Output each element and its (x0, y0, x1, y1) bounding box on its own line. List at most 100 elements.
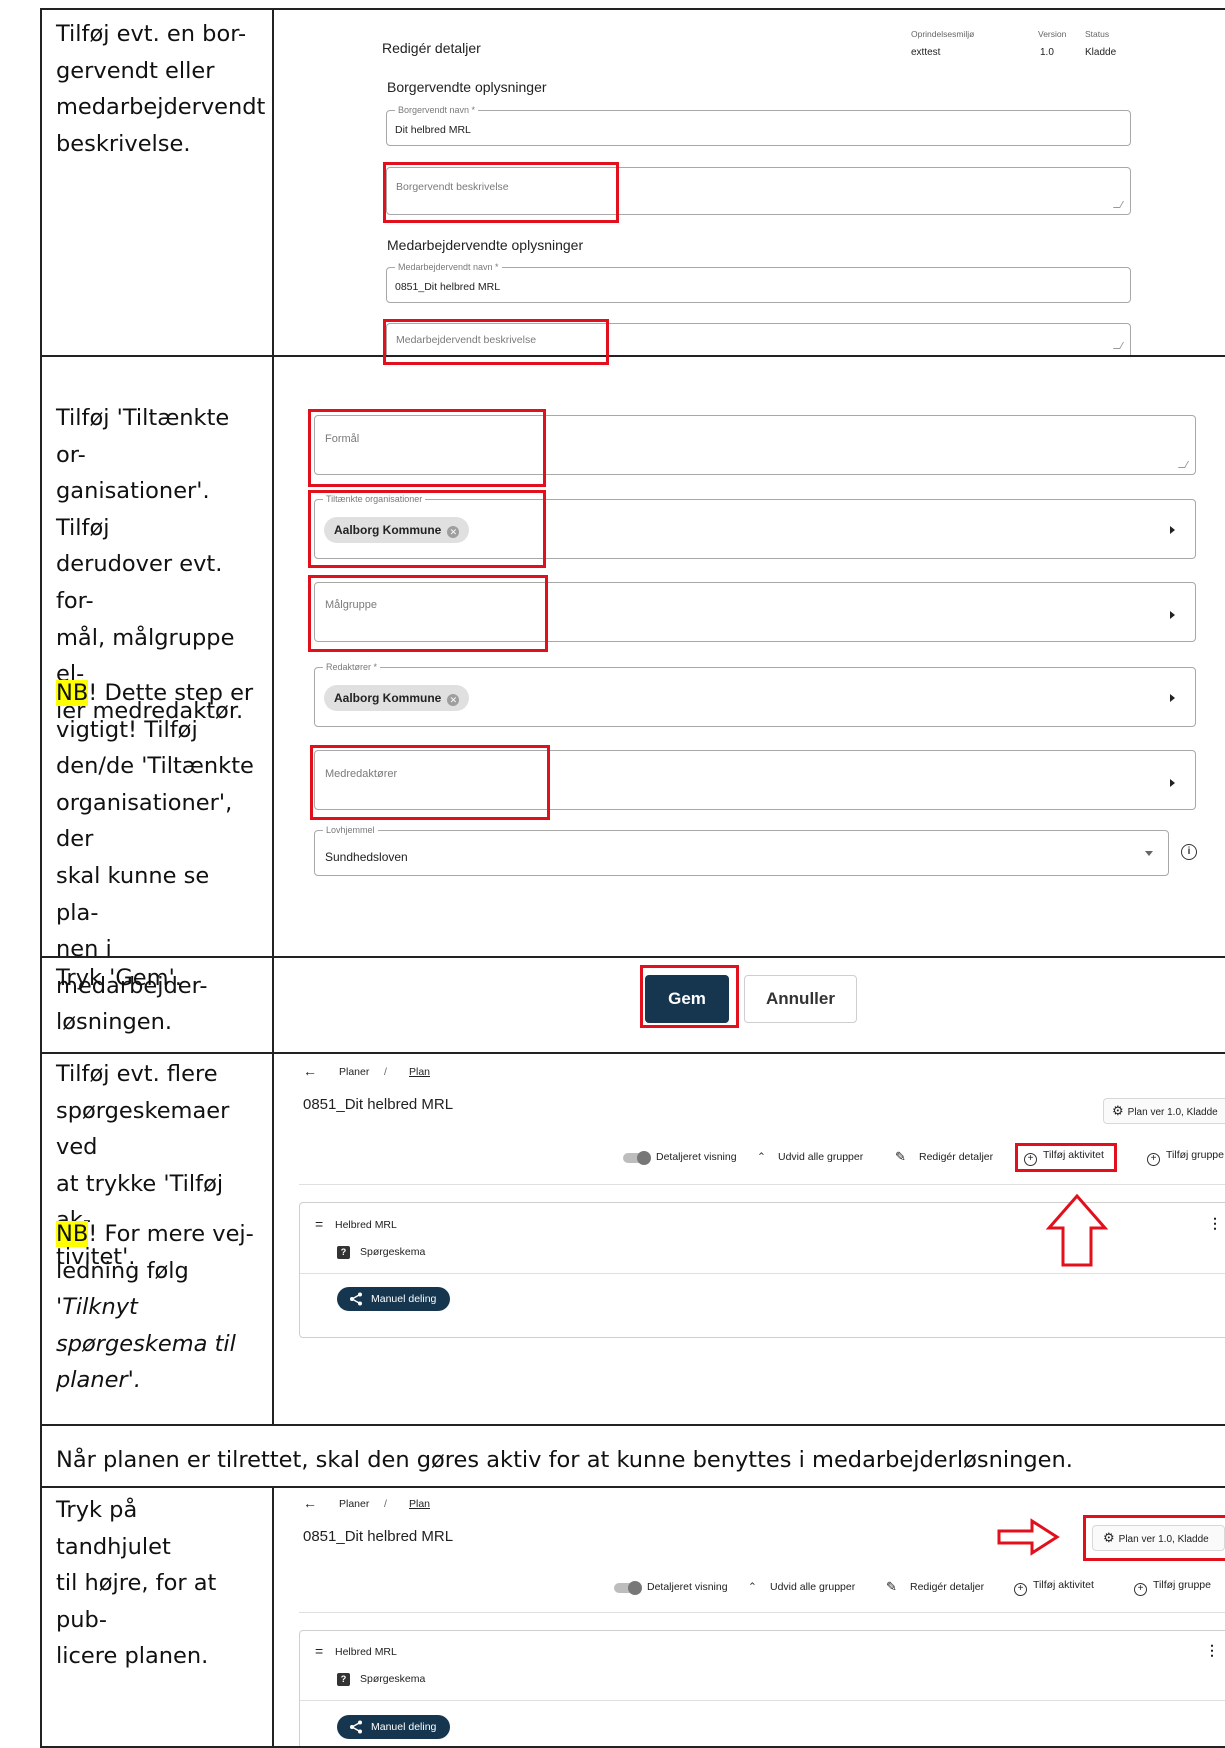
add-activity-button[interactable]: + Tilføj aktivitet (1014, 1579, 1094, 1596)
text-line: planer'. (56, 1362, 256, 1399)
row5-text: Når planen er tilrettet, skal den gøres … (56, 1447, 1073, 1473)
back-arrow-icon[interactable]: ← (303, 1495, 317, 1511)
text-line: ganisationer'. Tilføj (56, 478, 210, 541)
detailed-view-toggle[interactable] (623, 1151, 651, 1165)
chevron-right-icon[interactable] (1170, 611, 1175, 619)
legal-basis-select[interactable]: Lovhjemmel Sundhedsloven (314, 824, 1169, 876)
plan-version-button[interactable]: ⚙ Plan ver 1.0, Kladde (1103, 1098, 1225, 1124)
staff-name-field[interactable]: Medarbejdervendt navn * 0851_Dit helbred… (386, 261, 1131, 303)
back-arrow-icon[interactable]: ← (303, 1063, 317, 1079)
text-line: beskrivelse. (56, 130, 191, 157)
text-line: ledning følg 'Tilknyt (56, 1253, 256, 1326)
highlight-box (383, 162, 619, 223)
edit-details-button[interactable]: Redigér detaljer (919, 1151, 993, 1163)
meta-header-status: Status (1085, 29, 1110, 39)
staff-name-label: Medarbejdervendt navn * (395, 261, 502, 273)
text-line: organisationer', der (56, 789, 233, 853)
organisations-screenshot: Formål Tiltænkte organisationer Aalborg … (274, 357, 1225, 956)
breadcrumb-current[interactable]: Plan (409, 1066, 430, 1078)
info-glyph: i (1187, 846, 1191, 857)
add-group-button[interactable]: + Tilføj gruppe (1134, 1579, 1211, 1596)
text-line: spørgeskemaer ved (56, 1097, 230, 1161)
manual-share-button[interactable]: Manuel deling (337, 1715, 450, 1739)
add-group-button[interactable]: + Tilføj gruppe (1147, 1149, 1224, 1166)
highlight-box (1083, 1515, 1225, 1561)
row3-instruction: Tryk 'Gem'. (56, 960, 256, 997)
info-icon[interactable]: i (1181, 844, 1197, 860)
detailed-view-label: Detaljeret visning (656, 1151, 737, 1163)
breadcrumb-root[interactable]: Planer (339, 1066, 369, 1078)
resize-handle-icon[interactable] (1112, 201, 1125, 208)
plan-view-screenshot-2: ← Planer / Plan 0851_Dit helbred MRL ⚙ Pl… (274, 1488, 1225, 1746)
breadcrumb-root[interactable]: Planer (339, 1498, 369, 1510)
detailed-view-toggle[interactable] (614, 1581, 642, 1595)
breadcrumb-current-label: Plan (409, 1066, 431, 1078)
italic-reference: Tilknyt (62, 1294, 138, 1321)
editors-field[interactable]: Redaktører * Aalborg Kommune ✕ (314, 661, 1196, 727)
text-line: til højre, for at pub- (56, 1570, 217, 1633)
add-circle-icon: + (1147, 1153, 1160, 1166)
text-line: Tilføj evt. flere (56, 1061, 218, 1087)
edit-icon[interactable]: ✎ (895, 1149, 906, 1165)
nb-highlight: NB (56, 1221, 89, 1247)
kebab-menu-icon[interactable]: ⋮ (1208, 1215, 1222, 1232)
drag-handle-icon[interactable]: = (315, 1643, 323, 1659)
edit-details-button[interactable]: Redigér detaljer (910, 1581, 984, 1593)
expand-icon[interactable]: ⌃ (757, 1151, 766, 1163)
drag-handle-icon[interactable]: = (315, 1216, 323, 1232)
meta-header-origin: Oprindelsesmiljø (911, 29, 975, 39)
remove-chip-icon[interactable]: ✕ (447, 694, 460, 706)
highlight-box (308, 490, 546, 568)
highlight-box (310, 745, 550, 820)
table-border (40, 1424, 1225, 1426)
editor-chip[interactable]: Aalborg Kommune ✕ (324, 685, 470, 711)
text-line: gervendt eller (56, 57, 215, 84)
dropdown-arrow-icon[interactable] (1145, 851, 1153, 856)
kebab-menu-icon[interactable]: ⋮ (1205, 1642, 1219, 1659)
plan-title: 0851_Dit helbred MRL (303, 1096, 454, 1113)
text-line: medarbejdervendt (56, 94, 266, 121)
add-group-label: Tilføj gruppe (1166, 1149, 1224, 1161)
text-line: Tryk 'Gem'. (56, 965, 182, 991)
breadcrumb-current[interactable]: Plan (409, 1498, 430, 1510)
divider (300, 1700, 1225, 1701)
resize-handle-icon[interactable] (1112, 342, 1125, 349)
text-fragment: ! Dette step er (88, 680, 254, 706)
chevron-right-icon[interactable] (1170, 694, 1175, 702)
edit-icon[interactable]: ✎ (886, 1579, 897, 1595)
citizen-name-value: Dit helbred MRL (395, 124, 471, 136)
chevron-right-icon[interactable] (1170, 526, 1175, 534)
highlight-box (640, 965, 739, 1028)
activity-item[interactable]: ? Spørgeskema (337, 1246, 425, 1259)
expand-all-button[interactable]: Udvid alle grupper (770, 1581, 855, 1593)
citizen-name-field[interactable]: Borgervendt navn * Dit helbred MRL (386, 104, 1131, 146)
italic-reference: spørgeskema til (56, 1330, 236, 1357)
detailed-view-label: Detaljeret visning (647, 1581, 728, 1593)
text-line: derudover evt. for- (56, 551, 223, 614)
row4-note: NB! For mere vej- ledning følg 'Tilknyt … (56, 1216, 256, 1399)
group-card: = Helbred MRL ⋮ ? Spørgeskema Manuel deli… (299, 1630, 1225, 1746)
text-line: løsningen. (56, 1009, 173, 1036)
questionnaire-icon: ? (337, 1246, 350, 1259)
cancel-button[interactable]: Annuller (744, 975, 857, 1023)
text-line: vigtigt! Tilføj (56, 716, 198, 743)
editors-label: Redaktører * (323, 661, 381, 673)
group-name: Helbred MRL (335, 1219, 397, 1231)
row1-instruction: Tilføj evt. en bor- gervendt eller medar… (56, 16, 266, 162)
expand-icon[interactable]: ⌃ (748, 1581, 757, 1593)
instruction-document: Tilføj evt. en bor- gervendt eller medar… (0, 0, 1225, 1748)
text-line: skal kunne se pla- (56, 862, 210, 926)
chevron-right-icon[interactable] (1170, 779, 1175, 787)
edit-details-screenshot: Redigér detaljer Oprindelsesmiljø Versio… (370, 10, 1146, 365)
manual-share-button[interactable]: Manuel deling (337, 1287, 450, 1311)
text-line: Tilføj 'Tiltænkte or- (56, 405, 230, 468)
breadcrumb-separator: / (384, 1066, 387, 1078)
table-border (40, 8, 42, 1748)
activity-item[interactable]: ? Spørgeskema (337, 1673, 425, 1686)
text-line: licere planen. (56, 1643, 209, 1670)
expand-all-button[interactable]: Udvid alle grupper (778, 1151, 863, 1163)
row6-instruction: Tryk på tandhjulet til højre, for at pub… (56, 1492, 256, 1675)
resize-handle-icon[interactable] (1177, 461, 1190, 468)
manual-share-label: Manuel deling (371, 1721, 437, 1733)
text-fragment: ! For mere vej- (88, 1221, 254, 1247)
